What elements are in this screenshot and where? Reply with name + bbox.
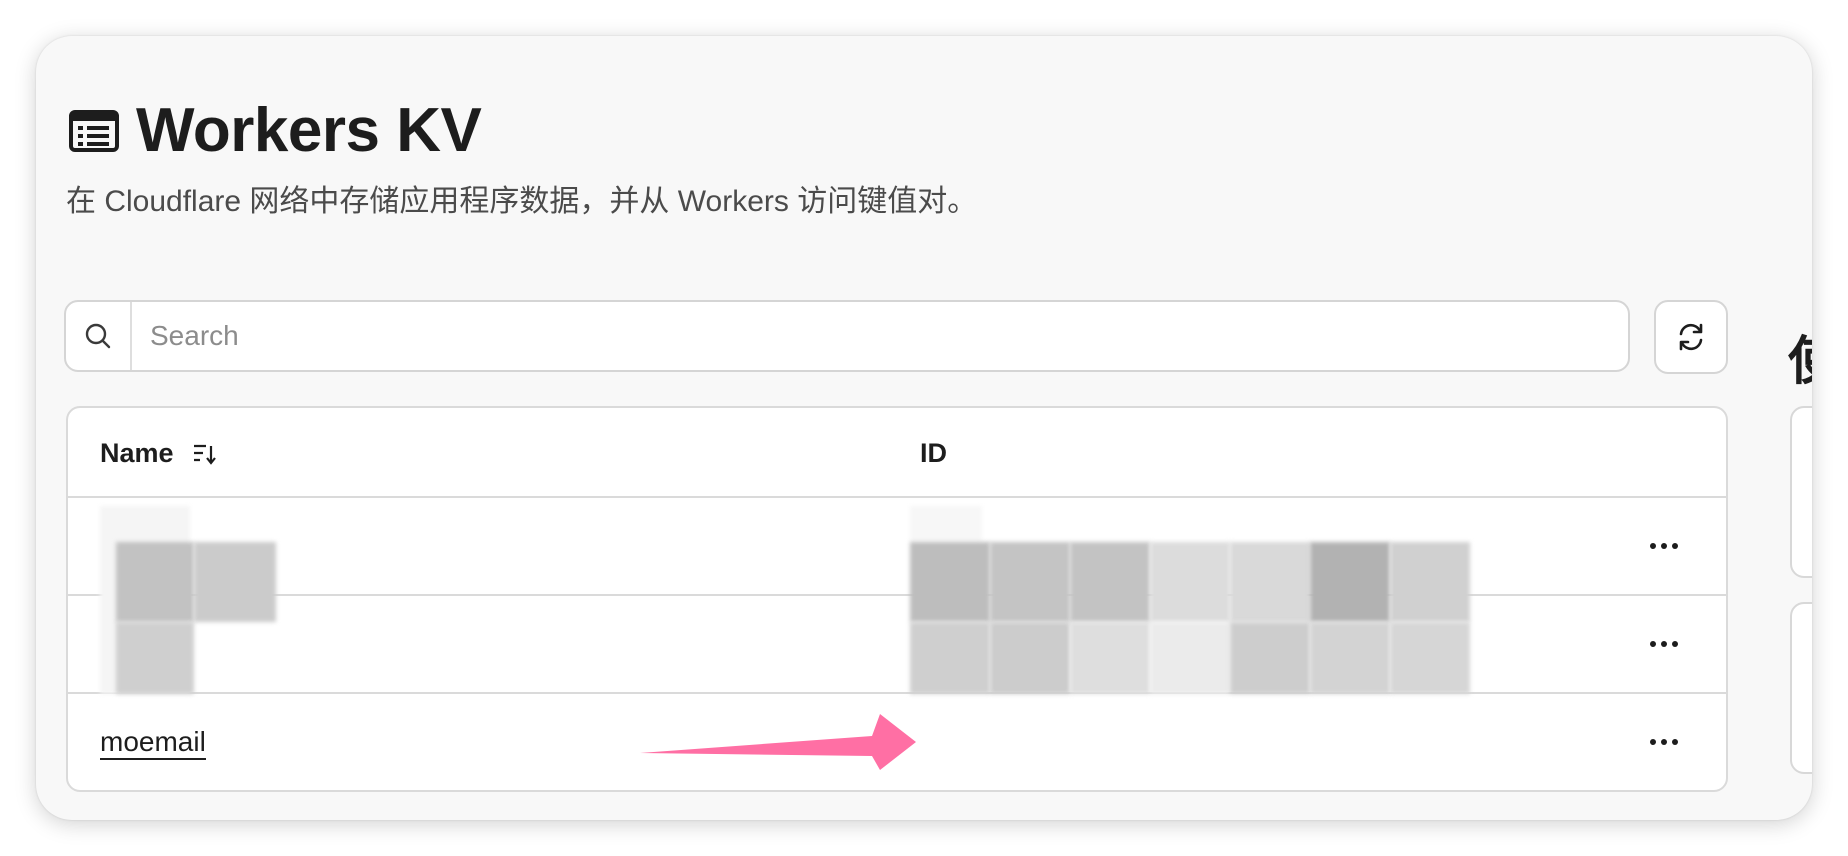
more-horizontal-icon	[1650, 543, 1678, 549]
row-menu-button[interactable]	[1642, 626, 1686, 662]
row-menu-button[interactable]	[1642, 528, 1686, 564]
page-title: Workers KV	[136, 96, 482, 165]
refresh-icon	[1679, 323, 1703, 351]
list-document-icon	[69, 110, 119, 152]
page-subtitle: 在 Cloudflare 网络中存储应用程序数据，并从 Workers 访问键值…	[66, 185, 978, 218]
page-header: Workers KV	[68, 96, 482, 165]
column-header-label: Name	[100, 438, 174, 468]
refresh-button[interactable]	[1654, 300, 1728, 374]
search-box[interactable]	[64, 300, 1630, 372]
more-horizontal-icon	[1650, 641, 1678, 647]
annotation-arrow	[640, 714, 916, 770]
side-card	[1790, 406, 1812, 578]
side-card	[1790, 602, 1812, 774]
search-icon	[66, 302, 132, 370]
sort-icon[interactable]	[192, 442, 218, 466]
column-header-id: ID	[920, 438, 947, 468]
table-header: Name ID	[68, 408, 1726, 498]
namespace-name-link[interactable]: moemail	[100, 726, 206, 761]
row-menu-button[interactable]	[1642, 724, 1686, 760]
table-row[interactable]	[68, 498, 1726, 596]
app-window: Workers KV 在 Cloudflare 网络中存储应用程序数据，并从 W…	[36, 36, 1812, 820]
side-panel-title: 使	[1788, 336, 1812, 388]
search-input[interactable]	[132, 302, 1628, 370]
table-row[interactable]	[68, 596, 1726, 694]
more-horizontal-icon	[1650, 739, 1678, 745]
column-header-name[interactable]: Name	[100, 438, 218, 469]
